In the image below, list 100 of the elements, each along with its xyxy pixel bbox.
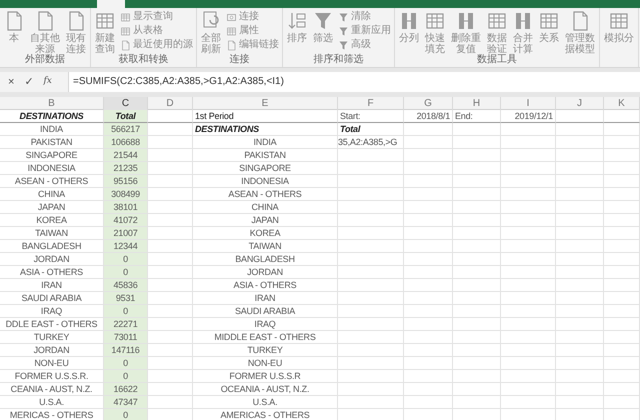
table-cell	[604, 214, 640, 227]
table-cell	[501, 344, 556, 357]
table-cell	[453, 292, 501, 305]
table-cell: JAPAN	[0, 201, 104, 214]
table-cell	[404, 279, 453, 292]
table-cell: INDONESIA	[0, 162, 104, 175]
table-cell: CHINA	[193, 201, 338, 214]
table-cell	[556, 162, 604, 175]
table-cell	[338, 396, 404, 409]
table-cell	[501, 292, 556, 305]
table-cell: Start:	[338, 110, 404, 123]
table-cell	[148, 240, 193, 253]
table-cell	[501, 318, 556, 331]
document-icon	[120, 40, 131, 50]
table-cell	[404, 188, 453, 201]
ribbon-button[interactable]: 分列	[398, 10, 420, 44]
table-cell: 41072	[104, 214, 148, 227]
ribbon-button[interactable]: 从表格	[120, 25, 193, 37]
table-cell: 147116	[104, 344, 148, 357]
table-cell	[604, 292, 640, 305]
table-cell	[604, 136, 640, 149]
ribbon-button[interactable]: 现有连接	[65, 10, 87, 55]
table-cell	[453, 344, 501, 357]
insert-function-button[interactable]: fx	[43, 75, 52, 89]
ribbon-button[interactable]: 属性	[226, 25, 279, 37]
group-label: 外部数据	[25, 54, 65, 66]
ribbon-button[interactable]: 管理数据模型	[564, 10, 596, 55]
table-cell	[453, 214, 501, 227]
table-cell: End:	[453, 110, 501, 123]
ribbon-button[interactable]: 数据验证	[486, 10, 508, 55]
column-header[interactable]: C	[104, 97, 148, 110]
table-cell	[501, 266, 556, 279]
table-cell	[556, 344, 604, 357]
table-cell: INDIA	[0, 123, 104, 136]
ribbon-button[interactable]: 重新应用	[338, 25, 391, 37]
ribbon-button[interactable]: 自其他来源	[29, 10, 61, 55]
table-cell	[453, 357, 501, 370]
ribbon-button[interactable]: 清除	[338, 11, 391, 23]
cancel-button[interactable]: ×	[8, 74, 14, 90]
table-cell	[338, 318, 404, 331]
funnel-icon	[338, 26, 349, 36]
table-cell	[338, 240, 404, 253]
table-cell: BANGLADESH	[0, 240, 104, 253]
ribbon-button[interactable]: 高级	[338, 39, 391, 51]
table-cell	[604, 305, 640, 318]
ribbon-button[interactable]: 筛选	[312, 10, 334, 44]
table-cell	[404, 201, 453, 214]
ribbon-button[interactable]: 模拟分	[603, 10, 635, 44]
ribbon-button[interactable]: 关系	[538, 10, 560, 44]
table-cell	[453, 331, 501, 344]
table-cell	[604, 201, 640, 214]
table-cell	[404, 331, 453, 344]
table-cell	[338, 266, 404, 279]
table-cell	[556, 149, 604, 162]
table-cell	[404, 214, 453, 227]
table-cell	[501, 279, 556, 292]
ribbon-button[interactable]: 排序	[286, 10, 308, 44]
ribbon-button[interactable]: 显示查询	[120, 11, 193, 23]
ribbon-button[interactable]: 本	[3, 10, 25, 44]
ribbon-button[interactable]: 编辑链接	[226, 39, 279, 51]
ribbon-button[interactable]: 连接	[226, 11, 279, 23]
table-cell	[501, 136, 556, 149]
table-cell	[338, 149, 404, 162]
enter-button[interactable]: ✓	[24, 74, 34, 90]
table-cell	[338, 305, 404, 318]
ribbon-button[interactable]: 最近使用的源	[120, 39, 193, 51]
ribbon-button[interactable]: 合并计算	[512, 10, 534, 55]
table-cell	[556, 370, 604, 383]
ribbon-button[interactable]: 新建查询	[94, 10, 116, 55]
table-cell	[453, 201, 501, 214]
table-cell	[338, 214, 404, 227]
table-cell	[338, 253, 404, 266]
table-cell: 21544	[104, 149, 148, 162]
table-cell	[148, 214, 193, 227]
table-cell	[338, 292, 404, 305]
ribbon-button[interactable]: 全部刷新	[200, 10, 222, 55]
table-cell	[556, 188, 604, 201]
formula-field[interactable]: =SUMIFS(C2:C385,A2:A385,>G1,A2:A385,<I1)	[68, 72, 640, 92]
table-cell	[556, 383, 604, 396]
table-cell: ASIA - OTHERS	[0, 266, 104, 279]
table-cell	[148, 123, 193, 136]
table-cell	[148, 370, 193, 383]
table-cell	[148, 344, 193, 357]
table-cell	[501, 383, 556, 396]
ribbon-button[interactable]: 删除重复值	[450, 10, 482, 55]
table-cell: 0	[104, 370, 148, 383]
table-cell: INDONESIA	[193, 175, 338, 188]
table-cell: 38101	[104, 201, 148, 214]
table-cell	[148, 175, 193, 188]
table-cell	[556, 305, 604, 318]
table-cell	[404, 305, 453, 318]
table-cell: TURKEY	[193, 344, 338, 357]
table-cell: 12344	[104, 240, 148, 253]
table-cell	[604, 253, 640, 266]
table-cell	[148, 383, 193, 396]
active-tab[interactable]	[97, 0, 125, 8]
table-cell	[604, 357, 640, 370]
ribbon-button[interactable]: 快速填充	[424, 10, 446, 55]
table-cell	[604, 188, 640, 201]
table-cell: 95156	[104, 175, 148, 188]
